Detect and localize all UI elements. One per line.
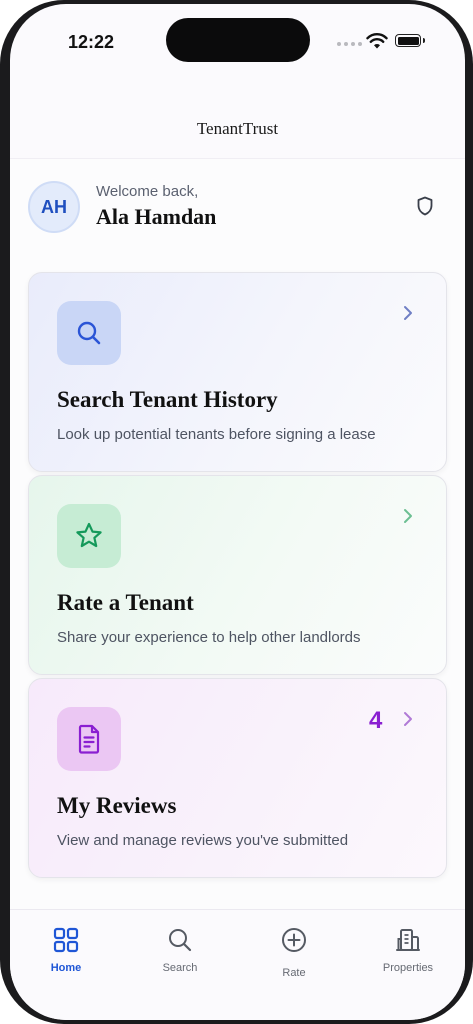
tab-label: Properties — [382, 962, 434, 974]
dynamic-island — [166, 18, 310, 62]
tab-label: Rate — [282, 967, 306, 979]
card-title: Search Tenant History — [57, 387, 278, 412]
card-title: Rate a Tenant — [57, 590, 194, 615]
app-header: TenantTrust — [10, 74, 465, 159]
chevron-right-icon — [404, 306, 412, 320]
avatar[interactable]: AH — [28, 181, 80, 233]
app-title: TenantTrust — [196, 119, 279, 138]
star-icon — [57, 504, 121, 568]
status-bar: 12:22 — [10, 4, 465, 74]
tab-rate[interactable]: Rate — [239, 910, 349, 990]
tab-label: Home — [50, 962, 82, 974]
chevron-right-icon — [404, 509, 412, 523]
card-description: View and manage reviews you've submitted — [57, 832, 349, 849]
card-description: Look up potential tenants before signing… — [57, 426, 376, 443]
status-time: 12:22 — [68, 32, 115, 52]
card-title: My Reviews — [57, 793, 177, 818]
card-description: Share your experience to help other land… — [57, 629, 361, 646]
signal-icon — [337, 42, 362, 46]
chevron-right-icon — [404, 712, 412, 726]
home-content: AH Welcome back, Ala Hamdan Search Tenan… — [10, 159, 465, 909]
tab-home[interactable]: Home — [11, 910, 121, 990]
shield-icon[interactable] — [414, 195, 436, 217]
phone-frame: 12:22 TenantTrust AH Welcome back, Ala H… — [0, 0, 473, 1024]
rate-tenant-card[interactable]: Rate a Tenant Share your experience to h… — [28, 475, 447, 675]
reviews-count: 4 — [369, 707, 383, 734]
document-icon — [57, 707, 121, 771]
grid-icon — [53, 927, 79, 953]
battery-icon — [395, 34, 425, 47]
tab-properties[interactable]: Properties — [353, 910, 463, 990]
my-reviews-card[interactable]: 4 My Reviews View and manage reviews you… — [28, 678, 447, 878]
search-tenant-card[interactable]: Search Tenant History Look up potential … — [28, 272, 447, 472]
welcome-label: Welcome back, — [96, 183, 199, 200]
tab-search[interactable]: Search — [125, 910, 235, 990]
search-icon — [169, 929, 192, 952]
user-name: Ala Hamdan — [96, 204, 217, 229]
building-icon — [396, 929, 420, 951]
wifi-icon — [366, 32, 388, 49]
search-icon — [57, 301, 121, 365]
tab-label: Search — [162, 962, 198, 974]
plus-circle-icon — [282, 928, 306, 952]
screen: 12:22 TenantTrust AH Welcome back, Ala H… — [10, 4, 465, 1020]
